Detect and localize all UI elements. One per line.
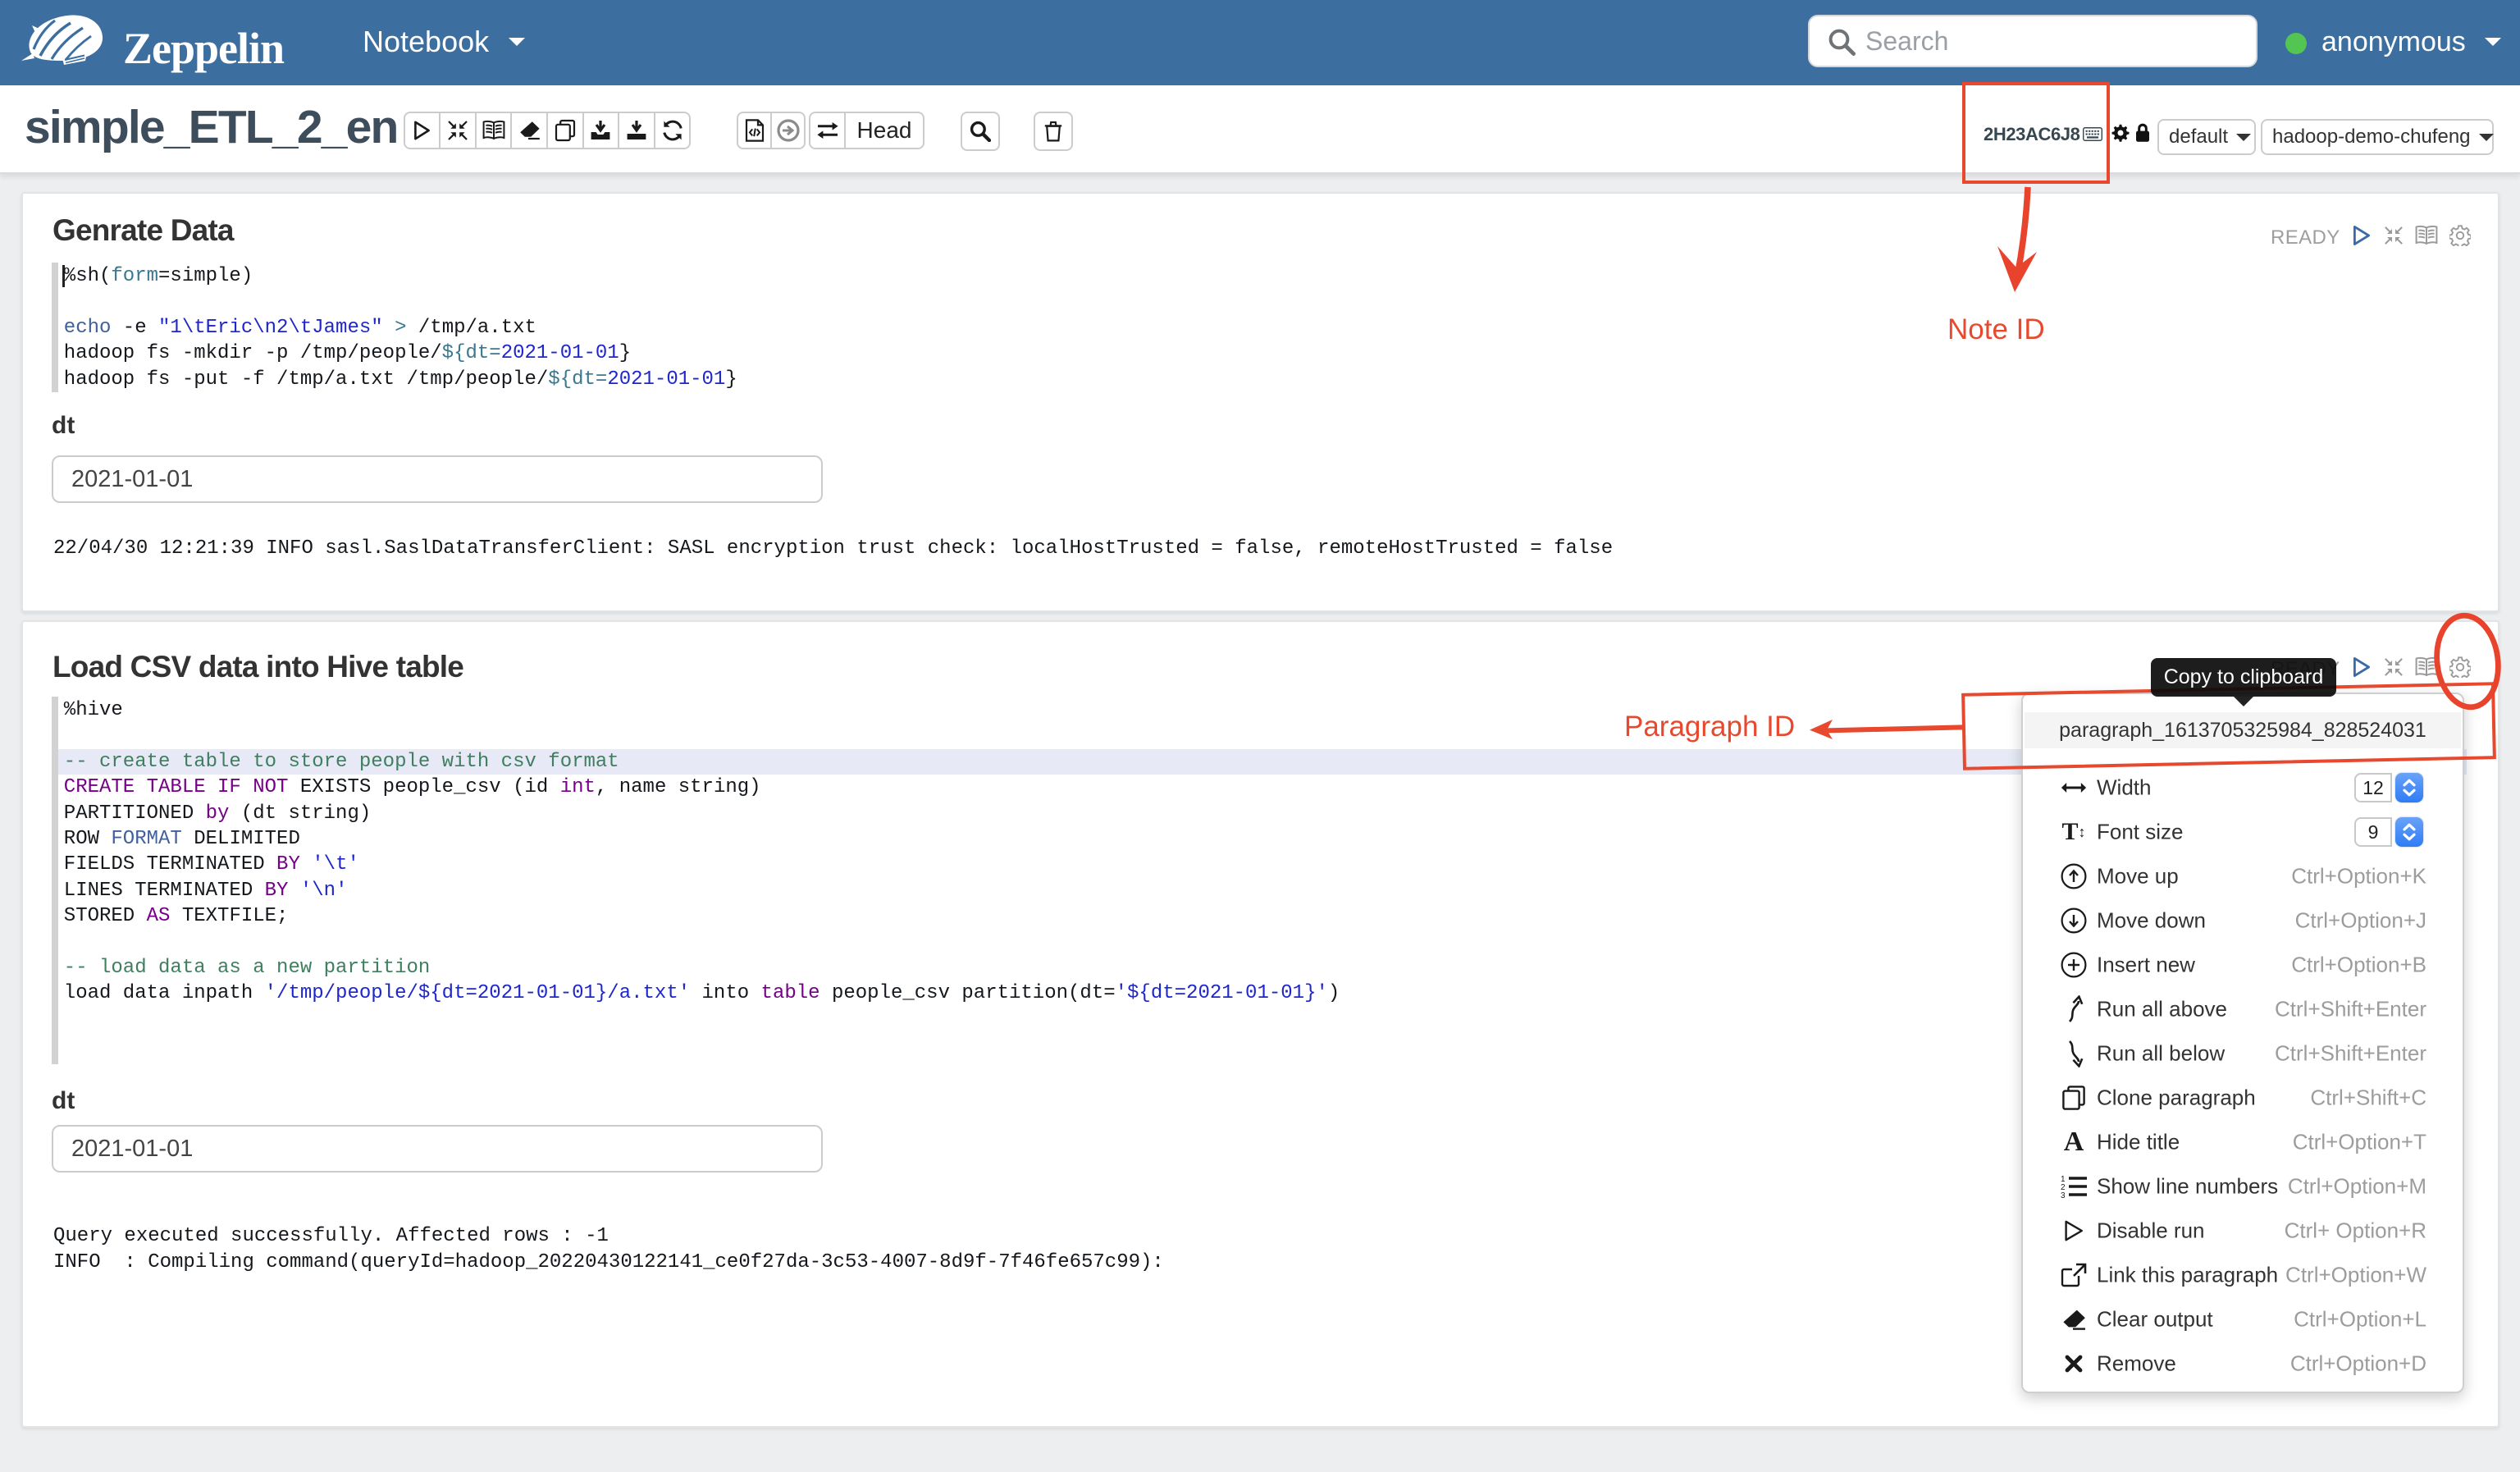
svg-text:3: 3 bbox=[2061, 1191, 2066, 1198]
